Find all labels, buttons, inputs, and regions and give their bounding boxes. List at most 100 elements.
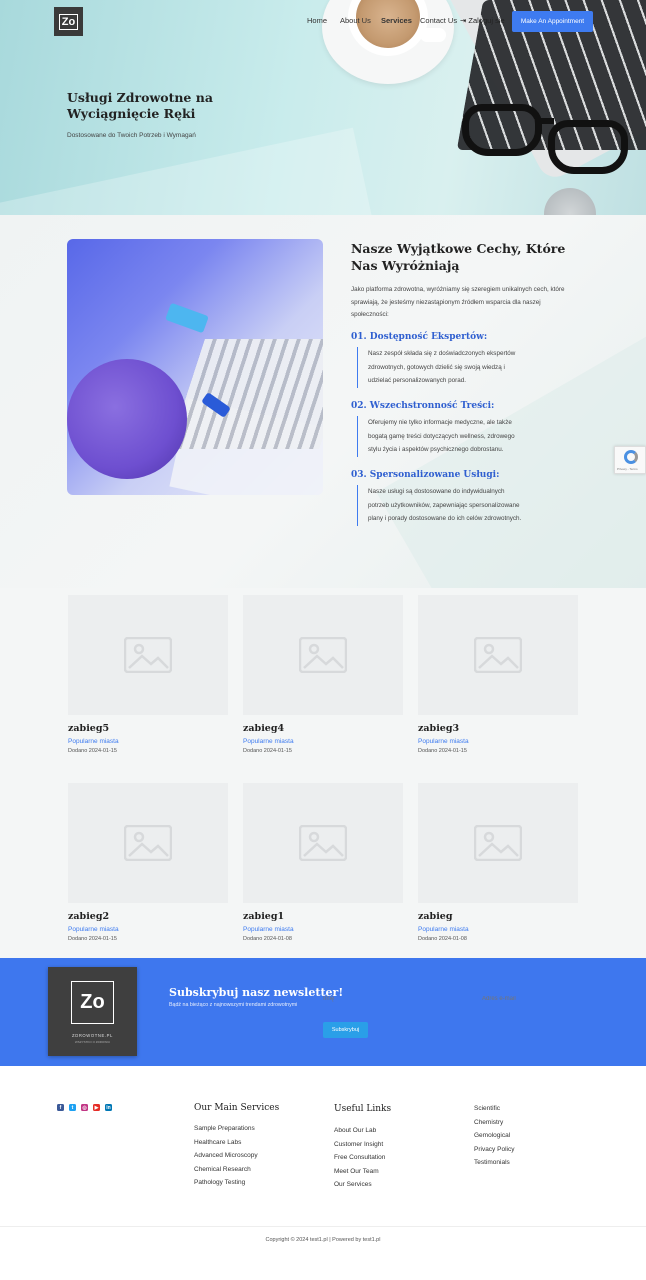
card-category[interactable]: Popularne miasta — [418, 738, 578, 745]
footer-link[interactable]: Gemological — [474, 1129, 514, 1143]
hero-section: Zo Home About Us Services Contact Us ⇥ Z… — [0, 0, 646, 215]
card-title[interactable]: zabieg1 — [243, 911, 403, 922]
footer-link[interactable]: Pathology Testing — [194, 1176, 258, 1190]
lab-image — [67, 239, 323, 495]
hero-glasses-left-lens — [462, 104, 542, 156]
footer-link[interactable]: Customer Insight — [334, 1138, 385, 1152]
card-category[interactable]: Popularne miasta — [243, 926, 403, 933]
feature-body-experts: Nasz zespół składa się z doświadczonych … — [357, 347, 527, 388]
image-placeholder-icon — [418, 595, 578, 715]
login-label: Zaloguj się — [468, 16, 505, 25]
card-title[interactable]: zabieg4 — [243, 723, 403, 734]
card-category[interactable]: Popularne miasta — [68, 926, 228, 933]
card-date: Dodano 2024-01-08 — [418, 936, 467, 942]
treatment-card[interactable]: zabieg2 Popularne miasta Dodano 2024-01-… — [68, 783, 228, 942]
treatment-card[interactable]: zabieg Popularne miasta Dodano 2024-01-0… — [418, 783, 578, 942]
feature-heading-experts: 01. Dostępność Ekspertów: — [351, 332, 488, 342]
footer-link[interactable]: Chemical Research — [194, 1163, 258, 1177]
newsletter-logo: Zo ZDROWOTNE.PL WSZYSTKO O ZDROWIU — [48, 967, 137, 1056]
footer-divider — [0, 1226, 646, 1227]
nav-item-home[interactable]: Home — [307, 16, 327, 25]
footer-link[interactable]: Privacy Policy — [474, 1143, 514, 1157]
image-placeholder-icon — [68, 783, 228, 903]
card-title[interactable]: zabieg — [418, 911, 578, 922]
treatment-card[interactable]: zabieg1 Popularne miasta Dodano 2024-01-… — [243, 783, 403, 942]
lab-image-glove — [67, 359, 187, 479]
newsletter-name-input[interactable] — [323, 992, 443, 1006]
footer-link[interactable]: Sample Preparations — [194, 1122, 258, 1136]
card-category[interactable]: Popularne miasta — [243, 738, 403, 745]
footer-services-list: Sample Preparations Healthcare Labs Adva… — [194, 1122, 258, 1190]
footer-link[interactable]: Our Services — [334, 1178, 385, 1192]
hero-stethoscope — [544, 188, 596, 215]
nav-item-about[interactable]: About Us — [340, 16, 371, 25]
image-placeholder-icon — [243, 783, 403, 903]
footer-links-heading: Useful Links — [334, 1104, 392, 1114]
feature-body-content: Oferujemy nie tylko informacje medyczne,… — [357, 416, 527, 457]
features-title: Nasze Wyjątkowe Cechy, Które Nas Wyróżni… — [351, 241, 566, 273]
recaptcha-badge[interactable]: Privacy - Terms — [614, 446, 646, 474]
site-logo-text: Zo — [58, 13, 79, 30]
footer-link[interactable]: Free Consultation — [334, 1151, 385, 1165]
feature-body-services: Nasze usługi są dostosowane do indywidua… — [357, 485, 527, 526]
card-category[interactable]: Popularne miasta — [68, 738, 228, 745]
card-date: Dodano 2024-01-15 — [418, 748, 467, 754]
newsletter-logo-tagline: ZDROWOTNE.PL — [72, 1033, 113, 1038]
recaptcha-icon — [624, 450, 638, 464]
site-logo[interactable]: Zo — [54, 7, 83, 36]
hero-glasses-bridge — [538, 118, 554, 124]
card-category[interactable]: Popularne miasta — [418, 926, 578, 933]
feature-heading-services: 03. Spersonalizowane Usługi: — [351, 470, 500, 480]
instagram-icon[interactable]: ◎ — [81, 1104, 88, 1111]
image-placeholder-icon — [243, 595, 403, 715]
card-date: Dodano 2024-01-15 — [68, 748, 117, 754]
footer-services-heading: Our Main Services — [194, 1103, 280, 1113]
facebook-icon[interactable]: f — [57, 1104, 64, 1111]
footer-link[interactable]: Meet Our Team — [334, 1165, 385, 1179]
hero-decoration — [0, 127, 378, 215]
youtube-icon[interactable]: ▶ — [93, 1104, 100, 1111]
treatment-card[interactable]: zabieg4 Popularne miasta Dodano 2024-01-… — [243, 595, 403, 754]
card-title[interactable]: zabieg2 — [68, 911, 228, 922]
newsletter-subtitle: Bądź na bieżąco z najnowszymi trendami z… — [169, 1002, 298, 1008]
lab-image-vial — [165, 302, 209, 334]
footer-link[interactable]: Healthcare Labs — [194, 1136, 258, 1150]
login-icon: ⇥ — [460, 16, 467, 25]
card-date: Dodano 2024-01-08 — [243, 936, 292, 942]
treatment-card[interactable]: zabieg3 Popularne miasta Dodano 2024-01-… — [418, 595, 578, 754]
newsletter-email-input[interactable] — [482, 992, 602, 1006]
recaptcha-text: Privacy - Terms — [617, 467, 638, 471]
login-link[interactable]: ⇥ Zaloguj się — [460, 16, 505, 25]
footer-links-list: About Our Lab Customer Insight Free Cons… — [334, 1124, 385, 1192]
newsletter-section: Zo ZDROWOTNE.PL WSZYSTKO O ZDROWIU — [0, 958, 646, 1066]
newsletter-title: Subskrybuj nasz newsletter! — [169, 986, 344, 999]
nav-item-services[interactable]: Services — [381, 16, 412, 25]
footer-link[interactable]: Chemistry — [474, 1116, 514, 1130]
footer-link[interactable]: Advanced Microscopy — [194, 1149, 258, 1163]
linkedin-icon[interactable]: in — [105, 1104, 112, 1111]
social-links: f t ◎ ▶ in — [57, 1104, 112, 1111]
hero-subtitle: Dostosowane do Twoich Potrzeb i Wymagań — [67, 132, 196, 139]
card-title[interactable]: zabieg3 — [418, 723, 578, 734]
footer-link[interactable]: Testimonials — [474, 1156, 514, 1170]
card-date: Dodano 2024-01-15 — [243, 748, 292, 754]
hero-cup-handle — [420, 28, 446, 42]
copyright-text: Copyright © 2024 test1.pl | Powered by t… — [265, 1237, 381, 1243]
make-appointment-button[interactable]: Make An Appointment — [512, 11, 593, 32]
hero-glasses-right-lens — [548, 120, 628, 174]
twitter-icon[interactable]: t — [69, 1104, 76, 1111]
subscribe-button[interactable]: Subskrybuj — [323, 1022, 368, 1038]
features-intro: Jako platforma zdrowotna, wyróżniamy się… — [351, 286, 565, 318]
footer-link[interactable]: Scientific — [474, 1102, 514, 1116]
card-date: Dodano 2024-01-15 — [68, 936, 117, 942]
footer-link[interactable]: About Our Lab — [334, 1124, 385, 1138]
feature-heading-content: 02. Wszechstronność Treści: — [351, 401, 495, 411]
nav-item-contact[interactable]: Contact Us — [420, 16, 457, 25]
treatment-card[interactable]: zabieg5 Popularne miasta Dodano 2024-01-… — [68, 595, 228, 754]
footer-extra-list: Scientific Chemistry Gemological Privacy… — [474, 1102, 514, 1170]
image-placeholder-icon — [418, 783, 578, 903]
newsletter-logo-mark: Zo — [71, 981, 114, 1024]
card-title[interactable]: zabieg5 — [68, 723, 228, 734]
lab-image-tube-rack — [169, 339, 323, 449]
newsletter-logo-sub: WSZYSTKO O ZDROWIU — [74, 1040, 111, 1044]
